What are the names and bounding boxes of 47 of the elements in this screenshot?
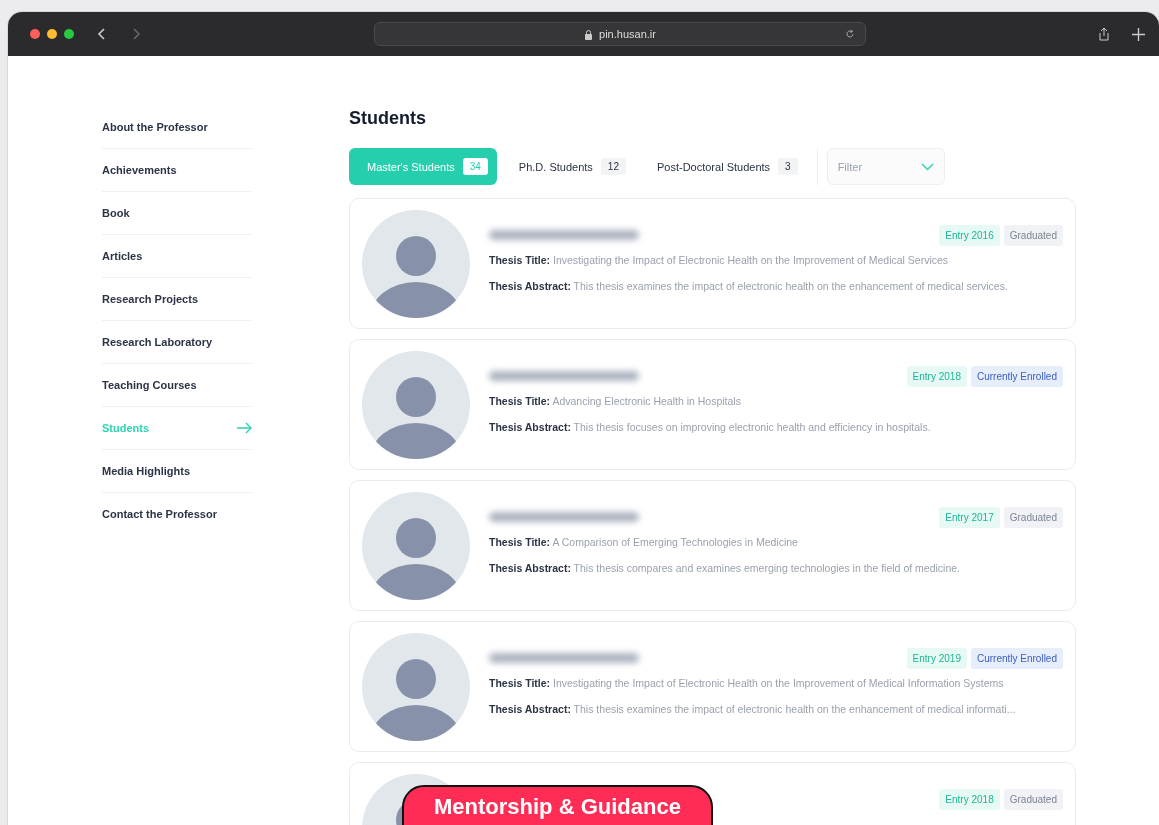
thesis-abstract: Thesis Abstract: This thesis examines the impact of electronic health on the enhancement of medical informati... (489, 703, 1017, 715)
avatar-silhouette-icon (362, 633, 470, 741)
status-badge: Graduated (1003, 788, 1063, 810)
new-tab-icon[interactable] (1132, 27, 1145, 41)
tab[interactable]: Post-Doctoral Students 3 (638, 148, 807, 185)
thesis-abstract: Thesis Abstract: This thesis compares and examines emerging technologies in the field of medicine. (489, 562, 961, 574)
zoom-icon[interactable] (64, 29, 74, 39)
thesis-abstract: Thesis Abstract: This thesis examines the impact of electronic health on the enhancement of medical services. (489, 280, 1009, 292)
entry-badge: Entry 2018 (906, 365, 967, 387)
sidebar-item[interactable]: Achievements (102, 149, 252, 192)
forward-icon[interactable] (130, 27, 142, 41)
status-badge: Graduated (1003, 506, 1063, 528)
entry-badge: Entry 2016 (939, 224, 1000, 246)
sidebar-item[interactable]: Media Highlights (102, 450, 252, 493)
entry-badge: Entry 2018 (939, 788, 1000, 810)
thesis-title: Thesis Title: Advancing Electronic Health in Hospitals (489, 395, 742, 407)
avatar-silhouette-icon (362, 492, 470, 600)
back-icon[interactable] (96, 27, 108, 41)
thesis-title: Thesis Title: Investigating the Impact of Electronic Health on the Improvement of Medical Services (489, 254, 950, 266)
avatar-silhouette-icon (362, 210, 470, 318)
close-icon[interactable] (30, 29, 40, 39)
sidebar-item[interactable]: About the Professor (102, 106, 252, 149)
arrow-right-icon (236, 422, 252, 434)
status-badge: Currently Enrolled (970, 647, 1063, 669)
entry-badge: Entry 2017 (939, 506, 1000, 528)
sidebar-item[interactable]: Articles (102, 235, 252, 278)
status-badge: Currently Enrolled (970, 365, 1063, 387)
sidebar-item[interactable]: Research Projects (102, 278, 252, 321)
tab[interactable]: Ph.D. Students 12 (500, 148, 635, 185)
sidebar-item[interactable]: Research Laboratory (102, 321, 252, 364)
reload-icon[interactable] (845, 29, 855, 39)
status-badge: Graduated (1003, 224, 1063, 246)
thesis-abstract: Thesis Abstract: This thesis focuses on improving electronic health and efficiency in hospitals. (489, 421, 932, 433)
chevron-down-icon (920, 162, 934, 171)
mentorship-label: Mentorship & Guidance (402, 785, 713, 825)
page-title: Students (349, 107, 427, 129)
address-bar[interactable]: pin.husan.ir (374, 22, 866, 46)
entry-badge: Entry 2019 (906, 647, 967, 669)
lock-icon (584, 28, 594, 40)
share-icon[interactable] (1098, 27, 1110, 41)
thesis-title: Thesis Title: Investigating the Impact of Electronic Health on the Improvement of Medical Information Systems (489, 677, 1005, 689)
sidebar-item[interactable]: Teaching Courses (102, 364, 252, 407)
thesis-title: Thesis Title: A Comparison of Emerging Technologies in Medicine (489, 536, 799, 548)
avatar-silhouette-icon (362, 351, 470, 459)
sidebar-item[interactable]: Contact the Professor (102, 493, 252, 535)
minimize-icon[interactable] (47, 29, 57, 39)
sidebar-item[interactable]: Book (102, 192, 252, 235)
